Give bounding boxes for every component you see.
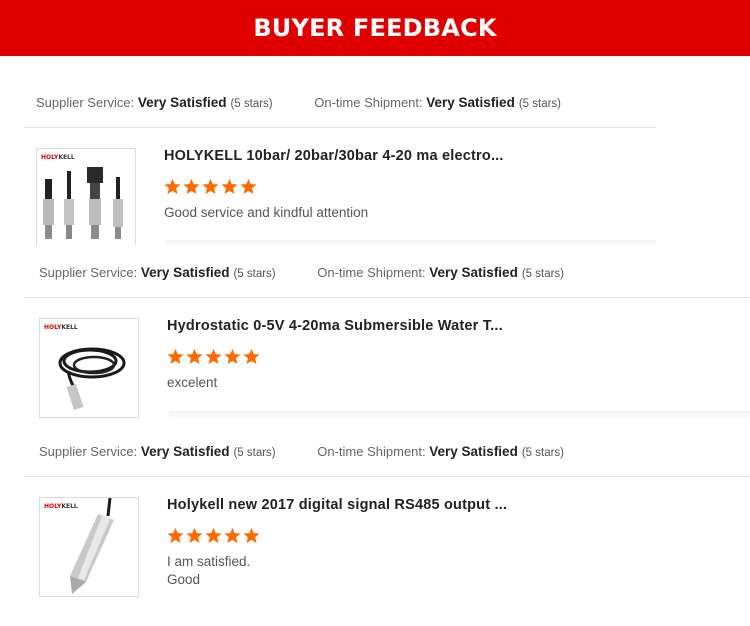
product-image[interactable]: HOLYKELL — [39, 497, 139, 597]
divider — [24, 127, 656, 128]
star-icon — [183, 178, 200, 194]
star-icon — [224, 527, 241, 543]
ratings-row: Supplier Service: Very Satisfied (5 stars… — [39, 265, 564, 280]
star-icon — [202, 178, 219, 194]
review-comment: excelent — [167, 374, 217, 392]
review-comment: Good service and kindful attention — [164, 204, 368, 222]
supplier-service-value: Very Satisfied — [140, 265, 230, 280]
star-icon — [205, 527, 222, 543]
ontime-shipment-label: On-time Shipment: — [314, 95, 423, 110]
supplier-service-label: Supplier Service: — [39, 444, 138, 459]
product-image[interactable]: HOLYKELL — [39, 318, 139, 418]
divider — [24, 476, 750, 477]
rating-stars — [167, 527, 260, 544]
divider — [24, 297, 750, 298]
star-icon — [186, 348, 203, 364]
rating-stars — [164, 178, 257, 195]
ontime-shipment-value: Very Satisfied — [429, 444, 518, 459]
star-count: (5 stars) — [233, 447, 276, 459]
star-icon — [243, 348, 260, 364]
ontime-shipment-label: On-time Shipment: — [317, 265, 426, 280]
ratings-row: Supplier Service: Very Satisfied (5 stars… — [36, 95, 561, 110]
ontime-shipment-label: On-time Shipment: — [317, 444, 426, 459]
star-icon — [167, 527, 184, 543]
brand-logo: HOLYKELL — [41, 154, 75, 161]
supplier-service-label: Supplier Service: — [36, 95, 135, 110]
ratings-row: Supplier Service: Very Satisfied (5 stars… — [39, 444, 564, 459]
star-icon — [186, 527, 203, 543]
star-icon — [205, 348, 222, 364]
star-icon — [224, 348, 241, 364]
star-icon — [167, 348, 184, 364]
star-count: (5 stars) — [518, 98, 561, 110]
supplier-service-value: Very Satisfied — [137, 95, 227, 110]
supplier-service-label: Supplier Service: — [39, 265, 138, 280]
comment-line: excelent — [167, 375, 218, 390]
star-count: (5 stars) — [521, 268, 564, 280]
review-comment: I am satisfied. Good — [167, 553, 250, 589]
comment-line: Good service and kindful attention — [164, 205, 369, 220]
star-icon — [221, 178, 238, 194]
ontime-shipment-value: Very Satisfied — [426, 95, 515, 110]
divider-shadow — [166, 240, 656, 246]
star-icon — [164, 178, 181, 194]
ontime-shipment-value: Very Satisfied — [429, 265, 518, 280]
supplier-service-value: Very Satisfied — [140, 444, 230, 459]
product-title[interactable]: Hydrostatic 0-5V 4-20ma Submersible Wate… — [167, 318, 503, 334]
product-title[interactable]: Holykell new 2017 digital signal RS485 o… — [167, 497, 507, 513]
star-count: (5 stars) — [230, 98, 273, 110]
buyer-feedback-banner: BUYER FEEDBACK — [0, 0, 750, 56]
brand-logo: HOLYKELL — [44, 503, 78, 510]
comment-line: Good — [167, 572, 201, 587]
divider-shadow — [169, 411, 750, 417]
banner-title: BUYER FEEDBACK — [253, 14, 497, 42]
star-icon — [240, 178, 257, 194]
product-title[interactable]: HOLYKELL 10bar/ 20bar/30bar 4-20 ma elec… — [164, 148, 504, 164]
rating-stars — [167, 348, 260, 365]
star-count: (5 stars) — [233, 268, 276, 280]
star-icon — [243, 527, 260, 543]
star-count: (5 stars) — [521, 447, 564, 459]
comment-line: I am satisfied. — [167, 554, 251, 569]
product-image[interactable]: HOLYKELL — [36, 148, 136, 245]
brand-logo: HOLYKELL — [44, 324, 78, 331]
